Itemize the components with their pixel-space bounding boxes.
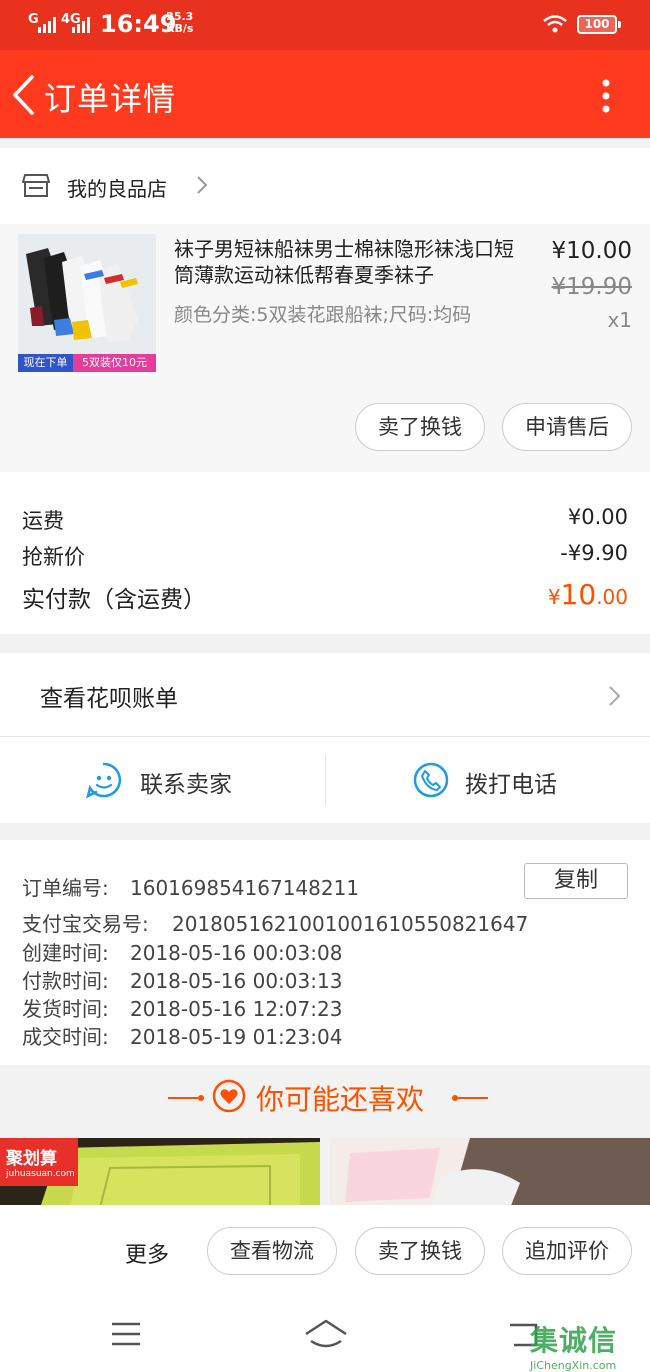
network-speed: 25.3 KB/s xyxy=(166,11,193,35)
call-phone-label[interactable]: 拨打电话 xyxy=(465,765,557,799)
badge-en: juhuasuan.com xyxy=(6,1169,75,1179)
right-ornament-icon xyxy=(452,1095,488,1101)
order-info-key: 订单编号: xyxy=(22,876,109,900)
order-info-value: 160169854167148211 xyxy=(130,876,360,900)
chevron-right-icon xyxy=(197,176,208,194)
page-title: 订单详情 xyxy=(44,80,177,118)
menu-icon[interactable] xyxy=(110,1321,142,1347)
paid-label: 实付款（含运费） xyxy=(22,587,206,613)
order-info-row: 发货时间: 2018-05-16 12:07:23 xyxy=(22,993,342,1022)
order-info-row: 订单编号: 160169854167148211 xyxy=(22,872,359,901)
product-thumbnail[interactable]: 现在下单 5双装仅10元 xyxy=(18,234,156,372)
network-speed-unit: KB/s xyxy=(166,22,194,35)
contact-row: 联系卖家 拨打电话 xyxy=(0,737,650,823)
clock: 16:49 xyxy=(100,10,177,38)
order-info-key: 支付宝交易号: xyxy=(22,912,149,936)
contact-seller-button[interactable]: 联系卖家 xyxy=(0,737,325,823)
status-bar: G 4G 16:49 25.3 KB/s 100 xyxy=(0,0,650,50)
order-info-key: 付款时间: xyxy=(22,969,109,993)
chat-face-icon xyxy=(86,762,122,799)
order-info-row: 付款时间: 2018-05-16 00:03:13 xyxy=(22,965,342,994)
copy-order-number-button[interactable]: 复制 xyxy=(524,863,628,899)
juhuasuan-badge: 聚划算 juhuasuan.com xyxy=(0,1138,78,1186)
order-info-key: 创建时间: xyxy=(22,941,109,965)
recommend-card-1[interactable]: 聚划算 juhuasuan.com xyxy=(0,1138,320,1208)
socks-image xyxy=(18,234,156,354)
order-info-row: 支付宝交易号: 2018051621001001610550821647 xyxy=(22,908,528,937)
order-info-value: 2018-05-16 00:03:13 xyxy=(130,969,343,993)
sell-button[interactable]: 卖了换钱 xyxy=(355,403,485,451)
more-button[interactable]: 更多 xyxy=(125,1237,169,1269)
paid-currency: ¥ xyxy=(547,585,561,609)
order-info-value: 2018051621001001610550821647 xyxy=(172,912,529,936)
order-info-key: 成交时间: xyxy=(22,1025,109,1049)
home-icon[interactable] xyxy=(303,1317,349,1349)
watermark-en: JiChengXin.com xyxy=(530,1359,617,1372)
bottom-action-bar: 更多 查看物流 卖了换钱 追加评价 xyxy=(0,1205,650,1297)
more-menu-icon[interactable] xyxy=(596,78,616,114)
discount-label: 抢新价 xyxy=(22,545,85,569)
order-info-value: 2018-05-16 12:07:23 xyxy=(130,997,343,1021)
store-row[interactable]: 我的良品店 xyxy=(0,148,650,224)
huabei-bill-label[interactable]: 查看花呗账单 xyxy=(40,679,178,713)
order-info-row: 成交时间: 2018-05-19 01:23:04 xyxy=(22,1021,342,1050)
discount-value: -¥9.90 xyxy=(560,541,628,565)
left-ornament-icon xyxy=(168,1095,204,1101)
signal-bars-icon xyxy=(38,17,56,33)
back-arrow-icon[interactable] xyxy=(10,74,36,116)
product-quantity: x1 xyxy=(607,308,632,332)
order-info: 订单编号: 160169854167148211 支付宝交易号: 201805162… xyxy=(0,840,650,1065)
battery-indicator: 100 xyxy=(577,15,621,34)
badge-cn: 聚划算 xyxy=(6,1149,57,1169)
phone-icon xyxy=(413,762,449,798)
product-image xyxy=(330,1138,650,1208)
order-info-row: 创建时间: 2018-05-16 00:03:08 xyxy=(22,937,342,966)
order-info-value: 2018-05-16 00:03:08 xyxy=(130,941,343,965)
wifi-icon xyxy=(543,15,567,33)
paid-integer: 10 xyxy=(560,578,597,611)
thumb-tag-left: 现在下单 xyxy=(18,354,73,372)
chevron-right-icon xyxy=(609,686,621,706)
recommend-title: 你可能还喜欢 xyxy=(256,1083,425,1116)
store-icon xyxy=(22,174,50,197)
system-nav-bar: 集诚信 JiChengXin.com xyxy=(0,1297,650,1372)
product-title[interactable]: 袜子男短袜船袜男士棉袜隐形袜浅口短筒薄款运动袜低帮春夏季袜子 xyxy=(174,236,524,288)
product-section: 现在下单 5双装仅10元 袜子男短袜船袜男士棉袜隐形袜浅口短筒薄款运动袜低帮春夏… xyxy=(0,224,650,472)
product-price: ¥10.00 xyxy=(551,238,632,264)
cost-summary: 运费 ¥0.00 抢新价 -¥9.90 实付款（含运费） ¥10.00 xyxy=(0,472,650,634)
product-original-price: ¥19.90 xyxy=(551,274,632,300)
recommend-heading: 你可能还喜欢 xyxy=(0,1065,650,1138)
shipping-value: ¥0.00 xyxy=(567,505,628,529)
signal-bars-icon xyxy=(72,17,90,33)
heart-icon xyxy=(212,1079,246,1113)
watermark-logo: 集诚信 JiChengXin.com xyxy=(530,1319,650,1372)
recommend-card-2[interactable] xyxy=(330,1138,650,1208)
store-name[interactable]: 我的良品店 xyxy=(67,173,167,202)
view-logistics-button[interactable]: 查看物流 xyxy=(207,1227,337,1275)
paid-decimal: .00 xyxy=(596,585,628,609)
call-phone-button[interactable]: 拨打电话 xyxy=(326,737,650,823)
contact-seller-label[interactable]: 联系卖家 xyxy=(140,765,232,799)
shipping-label: 运费 xyxy=(22,509,64,533)
order-info-key: 发货时间: xyxy=(22,997,109,1021)
huabei-bill-row[interactable]: 查看花呗账单 xyxy=(0,653,650,737)
add-review-button[interactable]: 追加评价 xyxy=(502,1227,632,1275)
product-spec: 颜色分类:5双装花跟船袜;尺码:均码 xyxy=(174,304,472,326)
watermark-cn: 集诚信 xyxy=(530,1324,618,1357)
apply-aftersale-button[interactable]: 申请售后 xyxy=(502,403,632,451)
header-bar: 订单详情 xyxy=(0,50,650,138)
sell-button[interactable]: 卖了换钱 xyxy=(355,1227,485,1275)
paid-amount: ¥10.00 xyxy=(548,578,628,611)
thumb-tag-right: 5双装仅10元 xyxy=(73,354,156,372)
order-info-value: 2018-05-19 01:23:04 xyxy=(130,1025,343,1049)
